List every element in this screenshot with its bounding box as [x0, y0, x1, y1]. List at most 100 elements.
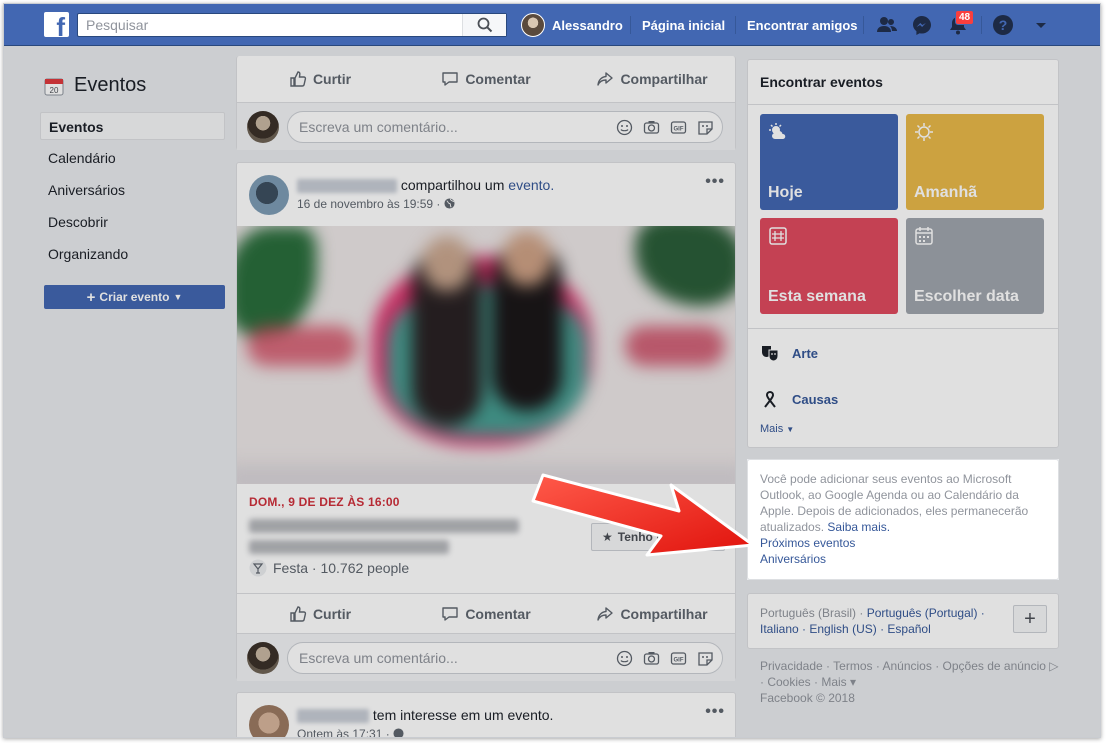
facebook-logo[interactable]: f [44, 12, 69, 37]
calendar-week-icon [769, 227, 787, 245]
feed-post-shared-event: compartilhou um evento. 16 de novembro à… [236, 162, 736, 681]
event-cover-image[interactable] [237, 226, 735, 484]
share-button[interactable]: Compartilhar [569, 59, 735, 99]
left-nav-item-calendar[interactable]: Calendário [40, 144, 225, 172]
upcoming-events-link[interactable]: Próximos eventos [760, 535, 1046, 551]
event-title-blurred[interactable] [249, 519, 519, 533]
avatar [521, 13, 545, 37]
timestamp-text: Ontem às 17:31 · [297, 727, 390, 738]
copyright: Facebook © 2018 [760, 691, 855, 705]
category-art-label: Arte [792, 345, 819, 361]
more-languages-button[interactable]: + [1013, 605, 1047, 633]
friend-requests-icon[interactable] [876, 14, 898, 36]
post-timestamp[interactable]: 16 de novembro às 19:59 · [297, 197, 455, 211]
comment-composer: GIF [237, 102, 735, 150]
left-nav-item-events[interactable]: Eventos [40, 112, 225, 140]
like-button[interactable]: Curtir [237, 594, 403, 633]
category-art[interactable]: Arte [760, 343, 818, 363]
top-bar: f Alessandro Página inicial Encontrar am… [4, 4, 1100, 46]
caret-down-icon: ▼ [173, 292, 183, 302]
post-action-text: tem interesse em um evento. [372, 707, 554, 723]
left-nav-item-birthdays[interactable]: Aniversários [40, 176, 225, 204]
post-options-icon[interactable]: ••• [705, 173, 725, 191]
create-event-label: Criar evento [99, 290, 170, 304]
more-categories-link[interactable]: Mais ▼ [760, 423, 794, 435]
browser-window: f Alessandro Página inicial Encontrar am… [3, 3, 1101, 738]
tile-today-label: Hoje [768, 184, 803, 201]
gif-icon[interactable]: GIF [670, 650, 687, 667]
help-icon[interactable]: ? [992, 14, 1014, 36]
language-link-es[interactable]: Español [887, 622, 930, 636]
globe-icon [444, 198, 455, 209]
avatar[interactable] [249, 175, 289, 215]
nav-home-link[interactable]: Página inicial [642, 18, 725, 33]
comment-button[interactable]: Comentar [403, 594, 569, 633]
event-title-blurred-line2 [249, 540, 449, 554]
left-nav-item-discover[interactable]: Descobrir [40, 208, 225, 236]
post-header: compartilhou um evento. [297, 177, 554, 194]
ribbon-icon [760, 389, 780, 409]
language-link-pt-pt[interactable]: Português (Portugal) · [867, 606, 985, 620]
comment-label: Comentar [465, 71, 531, 87]
tile-choose-date-label: Escolher data [914, 288, 1019, 305]
comment-input[interactable] [288, 643, 588, 673]
tile-today[interactable]: Hoje [760, 114, 898, 210]
event-link[interactable]: evento. [508, 177, 554, 193]
left-nav-item-hosting[interactable]: Organizando [40, 240, 225, 268]
search-button[interactable] [462, 14, 506, 36]
like-button[interactable]: Curtir [237, 59, 403, 99]
language-link-it[interactable]: Italiano · [760, 622, 806, 636]
calendar-export-info: Você pode adicionar seus eventos ao Micr… [747, 459, 1059, 580]
author-name-blurred[interactable] [297, 179, 397, 194]
calendar-grid-icon [915, 227, 933, 245]
camera-icon[interactable] [643, 119, 660, 136]
tile-this-week-label: Esta semana [768, 288, 866, 305]
tile-choose-date[interactable]: Escolher data [906, 218, 1044, 314]
nav-find-friends-link[interactable]: Encontrar amigos [747, 18, 858, 33]
cocktail-icon [249, 559, 267, 577]
plus-icon: + [1024, 608, 1036, 630]
comment-box: GIF [287, 642, 723, 674]
birthdays-link[interactable]: Aniversários [760, 551, 1046, 567]
emoji-icon[interactable] [616, 119, 633, 136]
nav-profile-link[interactable]: Alessandro [521, 13, 623, 37]
sticker-icon[interactable] [697, 650, 714, 667]
post-options-icon[interactable]: ••• [705, 703, 725, 721]
chevron-down-icon[interactable] [1030, 14, 1052, 36]
thumbs-up-icon [290, 71, 307, 87]
svg-text:?: ? [999, 17, 1008, 33]
emoji-icon[interactable] [616, 650, 633, 667]
tile-this-week[interactable]: Esta semana [760, 218, 898, 314]
like-label: Curtir [312, 605, 352, 622]
comment-input[interactable] [288, 112, 588, 142]
sunrise-icon [915, 123, 933, 141]
avatar [247, 642, 279, 674]
sticker-icon[interactable] [697, 119, 714, 136]
category-causes[interactable]: Causas [760, 389, 838, 409]
divider [748, 104, 1058, 105]
author-name-blurred[interactable] [297, 709, 369, 724]
svg-text:GIF: GIF [674, 658, 684, 664]
avatar[interactable] [249, 705, 289, 737]
event-meta: Festa · 10.762 people [249, 559, 409, 577]
post-timestamp[interactable]: Ontem às 17:31 · [297, 727, 404, 738]
learn-more-link[interactable]: Saiba mais. [827, 520, 890, 534]
comment-composer: GIF [237, 633, 735, 681]
create-event-button[interactable]: + Criar evento ▼ [44, 285, 225, 309]
footer-links-text[interactable]: Privacidade · Termos · Anúncios · Opções… [760, 658, 1060, 690]
gif-icon[interactable]: GIF [670, 119, 687, 136]
post-action-row: Curtir Comentar Compartilhar [237, 593, 735, 633]
language-selector: Português (Brasil) · Português (Portugal… [747, 593, 1059, 649]
messenger-icon[interactable] [911, 14, 933, 36]
sun-cloud-icon [769, 123, 786, 139]
share-button[interactable]: Compartilhar [569, 594, 735, 633]
footer: Privacidade · Termos · Anúncios · Opções… [760, 658, 1060, 706]
tile-tomorrow[interactable]: Amanhã [906, 114, 1044, 210]
plus-icon: + [86, 288, 96, 306]
comment-button[interactable]: Comentar [403, 59, 569, 99]
search-input[interactable] [78, 14, 458, 36]
language-link-en-us[interactable]: English (US) · [809, 622, 884, 636]
event-date: DOM., 9 DE DEZ ÀS 16:00 [249, 495, 400, 509]
comment-label: Comentar [465, 605, 531, 622]
camera-icon[interactable] [643, 650, 660, 667]
